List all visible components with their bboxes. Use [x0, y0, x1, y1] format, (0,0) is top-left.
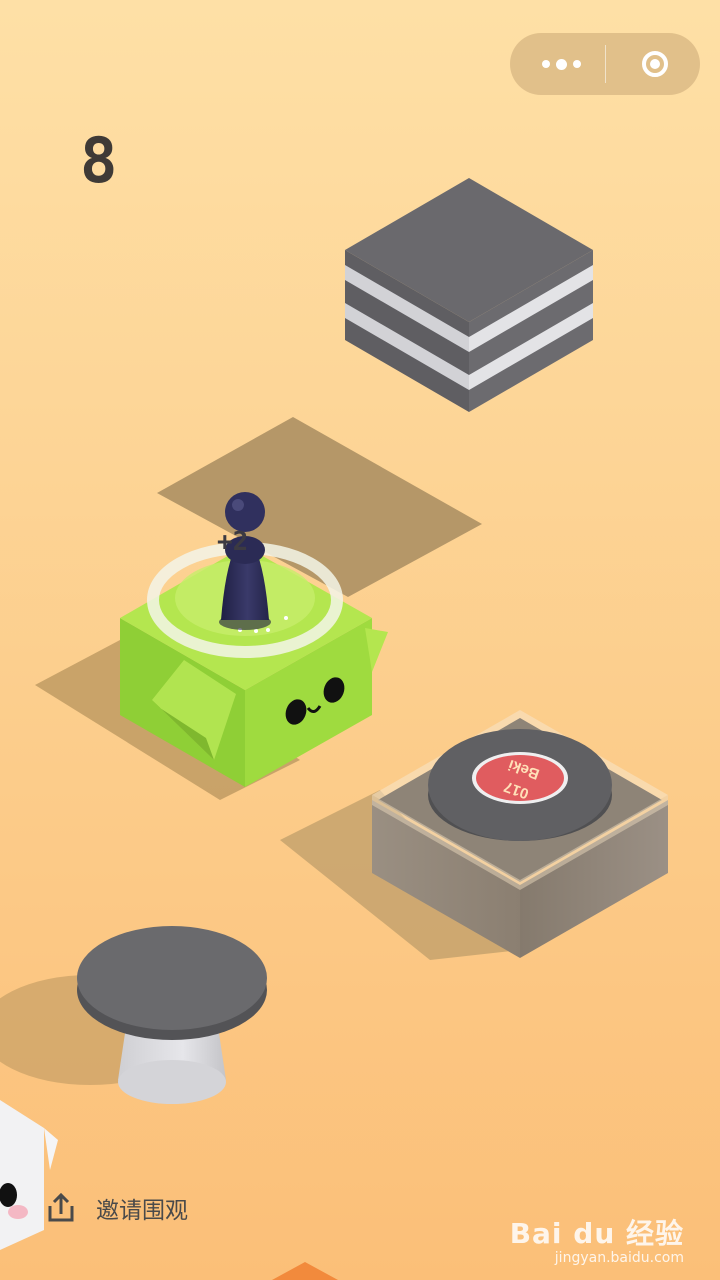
share-upload-icon: [48, 1192, 74, 1222]
score-counter: 8: [80, 124, 120, 197]
watermark-logo: Bai du 经验: [509, 1217, 684, 1250]
watermark-url: jingyan.baidu.com: [554, 1250, 684, 1266]
target-close-icon: [642, 51, 668, 77]
miniprogram-capsule: [510, 33, 700, 95]
close-button[interactable]: [620, 33, 690, 95]
plus-score-popup: +2: [217, 527, 249, 557]
capsule-divider: [605, 45, 606, 83]
watermark: Bai du 经验 jingyan.baidu.com: [510, 1212, 684, 1266]
share-label: 邀请围观: [96, 1198, 188, 1224]
vinyl-record: Beki 017: [428, 729, 612, 841]
more-dots-icon: [541, 60, 550, 68]
more-button[interactable]: [526, 33, 596, 95]
share-button[interactable]: 邀请围观: [46, 1186, 188, 1230]
